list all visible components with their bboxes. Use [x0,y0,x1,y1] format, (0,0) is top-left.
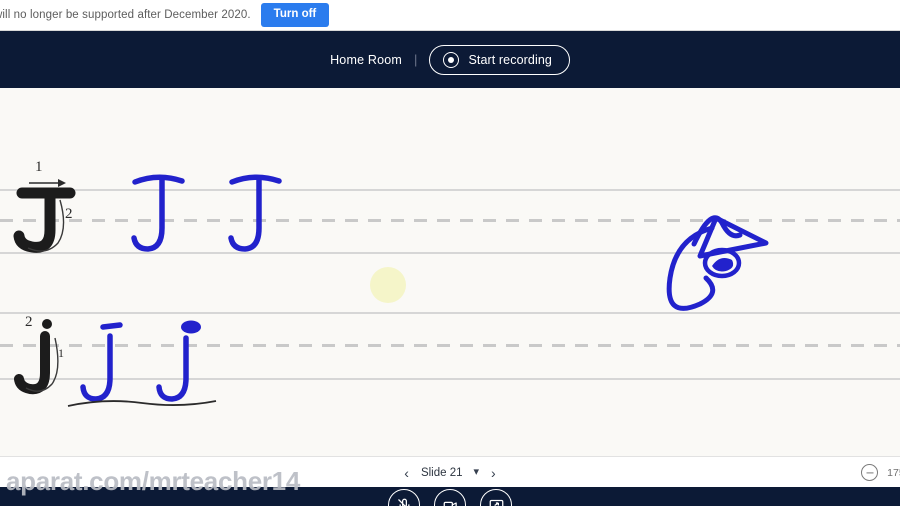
stroke-number-uppercase-1: 1 [35,159,43,175]
meeting-header: Home Room | Start recording [0,31,900,88]
underline-squiggle [67,400,217,407]
room-name: Home Room [330,52,403,67]
stroke-number-lowercase-2: 2 [25,314,33,330]
guide-line-mid-row1 [0,219,900,222]
traced-letter-uppercase-j-2 [228,174,282,252]
whiteboard-canvas[interactable]: 1 2 2 1 [0,88,900,456]
support-banner: will no longer be supported after Decemb… [0,0,900,31]
camera-icon[interactable] [434,489,466,506]
chevron-down-icon[interactable]: ▾ [474,467,480,478]
guide-line-top-row1 [0,189,900,191]
start-recording-label: Start recording [468,52,552,67]
turn-off-button[interactable]: Turn off [260,3,330,27]
zoom-out-icon[interactable] [861,464,879,481]
meeting-whiteboard-app: will no longer be supported after Decemb… [0,0,900,506]
slide-navigation: ‹ Slide 21 ▾ › [403,466,496,480]
microphone-muted-icon[interactable] [388,489,420,506]
media-controls [388,489,512,506]
zoom-level-label: 175% [887,466,900,479]
traced-letter-uppercase-j-1 [131,174,185,252]
pointer-highlight [370,267,406,303]
guide-line-bottom-row2 [0,378,900,380]
bird-doodle [666,215,769,311]
watermark-text: aparat.com/mrteacher14 [6,466,300,496]
header-center-group: Home Room | Start recording [330,44,570,75]
handwriting-ink-layer [13,174,769,407]
zoom-controls: 175% [861,464,900,481]
traced-letter-lowercase-j-2 [156,320,201,402]
guide-line-top-row2 [0,312,900,314]
chevron-left-icon[interactable]: ‹ [403,466,410,480]
start-recording-button[interactable]: Start recording [429,44,570,75]
stroke-number-lowercase-1: 1 [58,346,64,360]
traced-letter-lowercase-j-1 [80,322,123,402]
slide-indicator-label: Slide 21 [420,466,463,479]
banner-message: will no longer be supported after Decemb… [0,9,251,21]
guide-line-bottom-row1 [0,252,900,254]
screen-share-icon[interactable] [480,489,512,506]
header-divider: | [414,52,418,67]
stroke-number-uppercase-2: 2 [65,206,73,222]
record-circle-icon [443,51,460,68]
guide-line-mid-row2 [0,344,900,347]
chevron-right-icon[interactable]: › [490,466,497,480]
